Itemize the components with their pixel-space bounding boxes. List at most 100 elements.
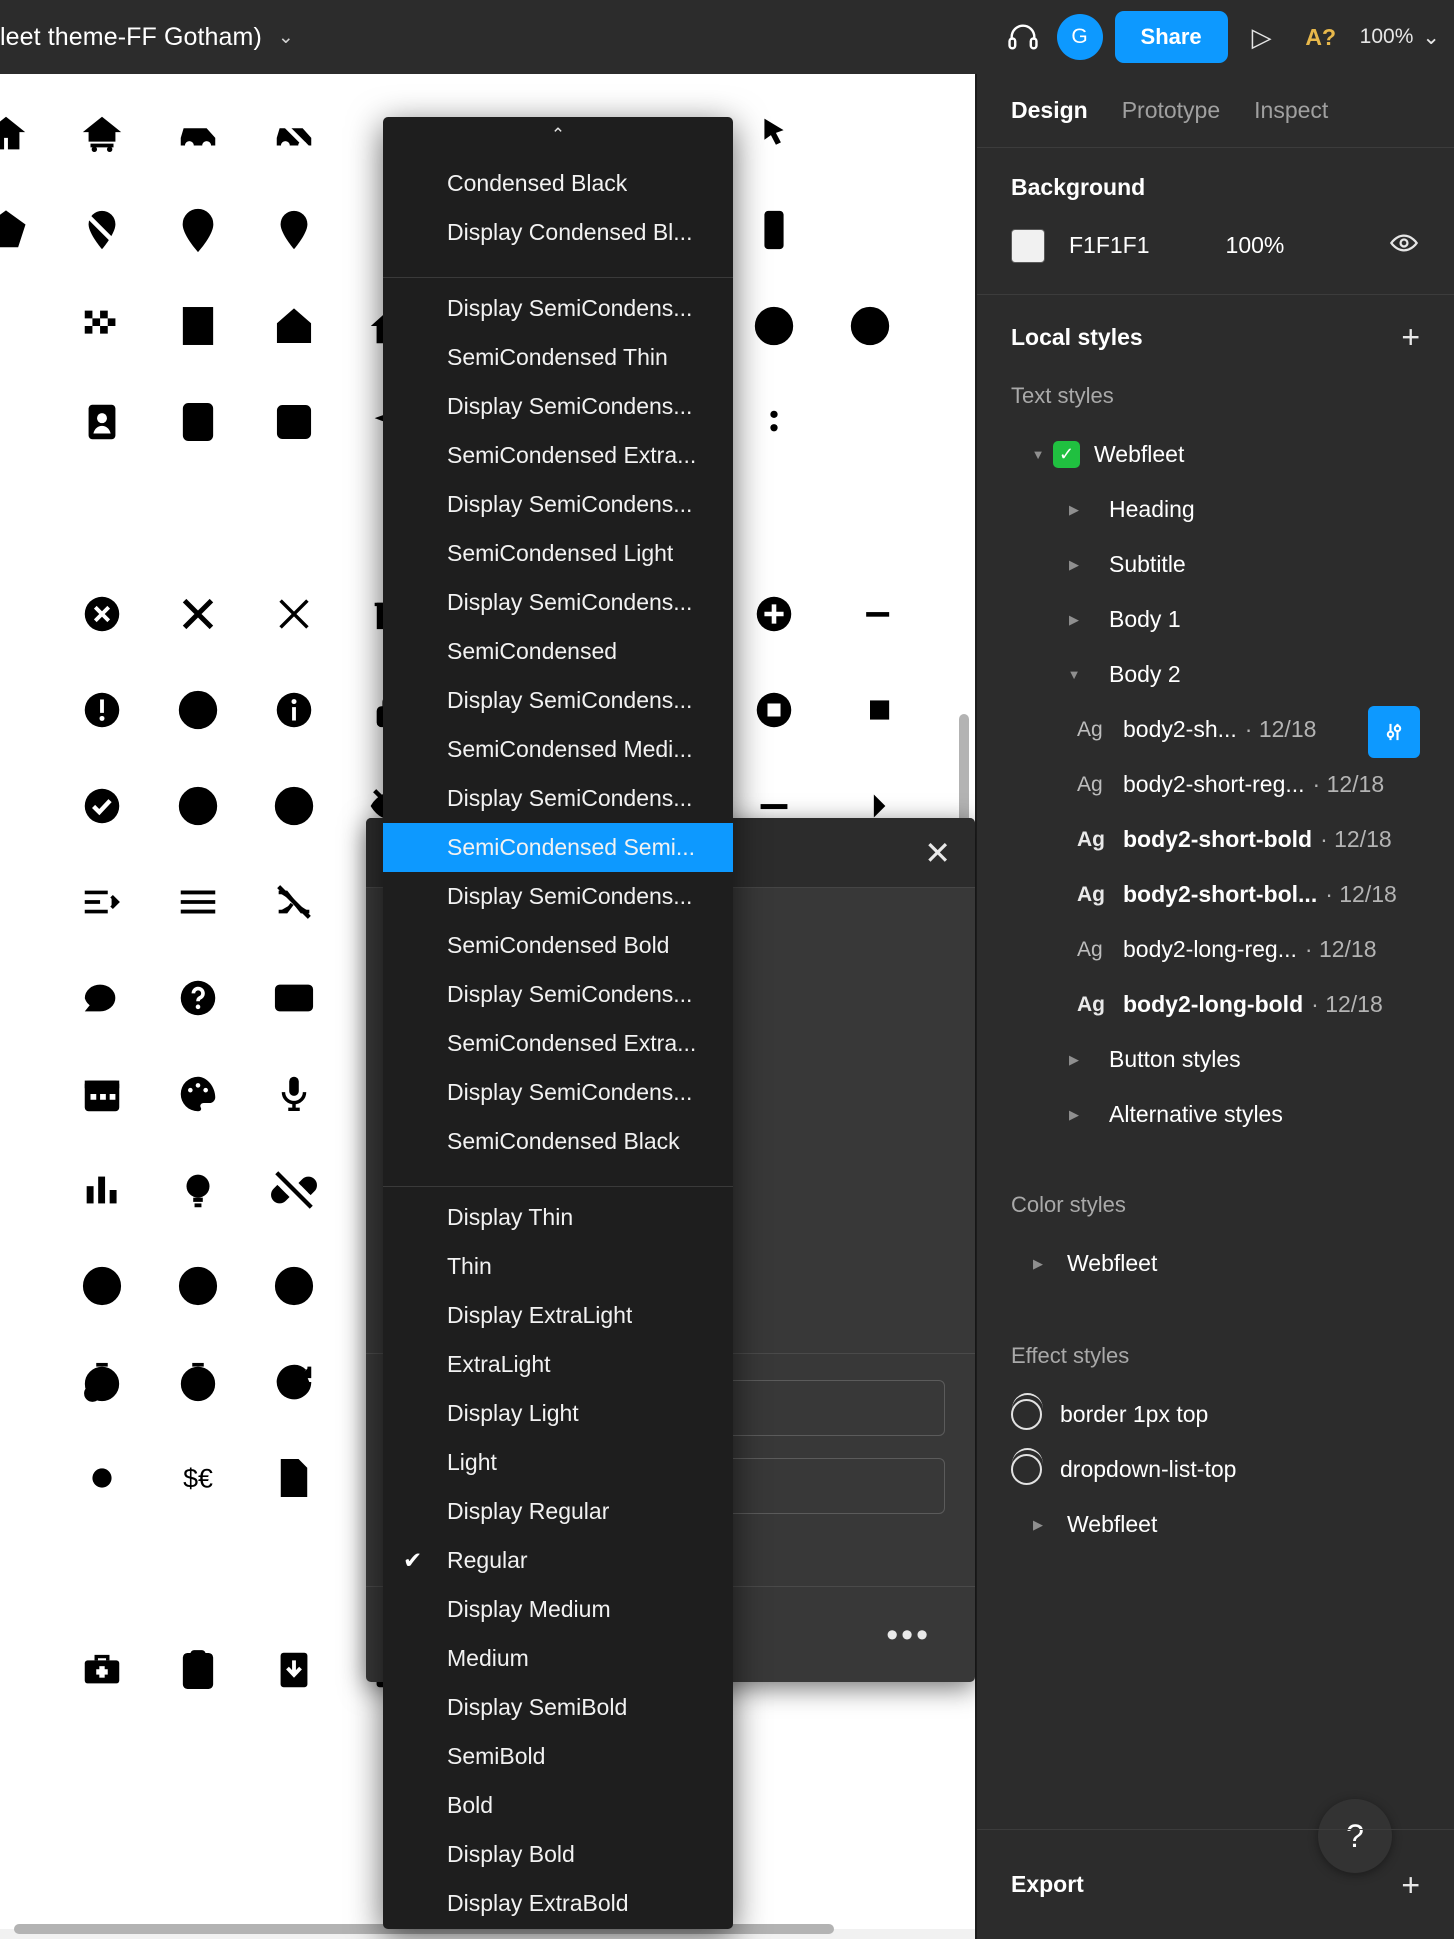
icon-minus-right[interactable] xyxy=(822,566,918,662)
dropdown-item[interactable]: Display Light xyxy=(383,1389,733,1438)
chevron-right-icon[interactable]: ▶ xyxy=(1059,612,1089,628)
icon-location-off[interactable] xyxy=(54,182,150,278)
chevron-right-icon[interactable]: ▶ xyxy=(1059,1052,1089,1068)
icon-face-smile[interactable] xyxy=(246,1238,342,1334)
icon-badge-car[interactable] xyxy=(150,374,246,470)
dropdown-item[interactable]: Display ExtraBold xyxy=(383,1879,733,1928)
icon-phone[interactable] xyxy=(726,182,822,278)
style-group-heading[interactable]: ▶ Heading xyxy=(1011,482,1420,537)
dropdown-item[interactable]: Display Regular xyxy=(383,1487,733,1536)
icon-timer-euro[interactable] xyxy=(54,1334,150,1430)
text-style-item[interactable]: Ag body2-long-bold · 12/18 xyxy=(1011,977,1420,1032)
icon-cross-thin[interactable] xyxy=(246,566,342,662)
icon-house-pin[interactable] xyxy=(246,278,342,374)
icon-face-neutral[interactable] xyxy=(150,1238,246,1334)
dropdown-item[interactable]: SemiCondensed Black xyxy=(383,1117,733,1166)
avatar[interactable]: G xyxy=(1056,14,1103,60)
icon-dot[interactable] xyxy=(54,1430,150,1526)
dropdown-item[interactable]: SemiCondensed Extra... xyxy=(383,1019,733,1068)
icon-cross[interactable] xyxy=(150,566,246,662)
background-opacity[interactable]: 100% xyxy=(1226,232,1285,259)
headphones-icon[interactable] xyxy=(995,0,1051,74)
chevron-down-icon[interactable]: ▼ xyxy=(1059,667,1089,682)
document-title[interactable]: leet theme-FF Gotham) xyxy=(0,23,262,52)
icon-square-outline[interactable] xyxy=(822,662,918,758)
style-group-alternative-styles[interactable]: ▶ Alternative styles xyxy=(1011,1087,1420,1142)
tab-inspect[interactable]: Inspect xyxy=(1254,97,1328,124)
dropdown-item[interactable]: Display Thin xyxy=(383,1193,733,1242)
dropdown-item[interactable]: ExtraLight xyxy=(383,1340,733,1389)
icon-download-box[interactable] xyxy=(246,1622,342,1718)
more-options-icon[interactable]: ••• xyxy=(886,1618,931,1652)
close-icon[interactable]: ✕ xyxy=(924,837,951,869)
dropdown-item[interactable]: Display ExtraLight xyxy=(383,1291,733,1340)
effect-style-item[interactable]: dropdown-list-top xyxy=(1011,1442,1420,1497)
icon-at-circle[interactable] xyxy=(822,278,918,374)
text-style-item[interactable]: Ag body2-long-reg... · 12/18 xyxy=(1011,922,1420,977)
text-style-item[interactable]: Ag body2-short-reg... · 12/18 xyxy=(1011,757,1420,812)
chevron-right-icon[interactable]: ▶ xyxy=(1059,557,1089,573)
zoom-control[interactable]: 100% ⌄ xyxy=(1352,25,1440,50)
style-group-webfleet-text[interactable]: ▼ ✓ Webfleet xyxy=(1011,427,1420,482)
dropdown-item[interactable]: Display SemiCondens... xyxy=(383,578,733,627)
background-hex[interactable]: F1F1F1 xyxy=(1069,232,1150,259)
style-group-button-styles[interactable]: ▶ Button styles xyxy=(1011,1032,1420,1087)
chevron-right-icon[interactable]: ▶ xyxy=(1023,1256,1053,1272)
dropdown-item-checked[interactable]: ✔ Regular xyxy=(383,1536,733,1585)
dropdown-item[interactable]: Thin xyxy=(383,1242,733,1291)
icon-dots-vertical[interactable] xyxy=(726,374,822,470)
color-swatch[interactable] xyxy=(1011,228,1045,263)
dropdown-item[interactable]: Medium xyxy=(383,1634,733,1683)
style-group-body2[interactable]: ▼ Body 2 xyxy=(1011,647,1420,702)
icon-id-card[interactable] xyxy=(246,374,342,470)
icon-timer[interactable] xyxy=(150,1334,246,1430)
dropdown-item[interactable]: Display SemiBold xyxy=(383,1683,733,1732)
dropdown-item[interactable]: SemiCondensed Light xyxy=(383,529,733,578)
dropdown-item[interactable]: Display SemiCondens... xyxy=(383,1068,733,1117)
icon-home[interactable] xyxy=(0,86,54,182)
text-style-item[interactable]: Ag body2-short-bold · 12/18 xyxy=(1011,812,1420,867)
icon-car-off[interactable] xyxy=(246,86,342,182)
text-style-item[interactable]: Ag body2-short-bol... · 12/18 xyxy=(1011,867,1420,922)
icon-flag-checkered[interactable] xyxy=(54,278,150,374)
icon-circle-ring[interactable] xyxy=(246,758,342,854)
dropdown-item[interactable]: SemiCondensed Thin xyxy=(383,333,733,382)
dropdown-item[interactable]: Display Medium xyxy=(383,1585,733,1634)
dropdown-item[interactable]: Display Condensed Bl... xyxy=(383,208,733,257)
title-chevron-down-icon[interactable]: ⌄ xyxy=(278,26,294,49)
icon-at-target[interactable] xyxy=(726,278,822,374)
text-style-item[interactable]: Ag body2-sh... · 12/18 xyxy=(1011,702,1420,758)
dropdown-item[interactable]: Display SemiCondens... xyxy=(383,284,733,333)
dropdown-item[interactable]: Display SemiCondens... xyxy=(383,382,733,431)
icon-check-circle[interactable] xyxy=(54,758,150,854)
dropdown-item[interactable]: SemiBold xyxy=(383,1732,733,1781)
icon-cross-circle[interactable] xyxy=(54,566,150,662)
font-warning-badge[interactable]: A? xyxy=(1290,24,1352,51)
edit-style-button[interactable] xyxy=(1368,706,1420,758)
dropdown-item[interactable]: SemiCondensed Extra... xyxy=(383,431,733,480)
icon-list-collapse[interactable] xyxy=(54,854,150,950)
dropdown-item[interactable]: SemiCondensed Bold xyxy=(383,921,733,970)
icon-menu[interactable] xyxy=(150,854,246,950)
dropdown-item-selected[interactable]: SemiCondensed Semi... xyxy=(383,823,733,872)
effect-style-item[interactable]: border 1px top xyxy=(1011,1387,1420,1442)
eye-icon[interactable] xyxy=(1388,227,1420,264)
present-play-icon[interactable]: ▷ xyxy=(1234,22,1290,53)
dropdown-scroll-up-icon[interactable]: ⌃ xyxy=(383,117,733,153)
tab-design[interactable]: Design xyxy=(1011,97,1088,124)
icon-pin-circle[interactable] xyxy=(150,182,246,278)
style-group-subtitle[interactable]: ▶ Subtitle xyxy=(1011,537,1420,592)
dropdown-item[interactable]: Condensed Black xyxy=(383,159,733,208)
icon-mail[interactable] xyxy=(246,950,342,1046)
icon-currency[interactable]: $€ xyxy=(150,1430,246,1526)
chevron-right-icon[interactable]: ▶ xyxy=(1023,1517,1053,1533)
icon-pin[interactable] xyxy=(246,182,342,278)
icon-rotate-cw[interactable] xyxy=(246,1334,342,1430)
color-group-webfleet[interactable]: ▶ Webfleet xyxy=(1011,1236,1420,1291)
dropdown-item[interactable]: Light xyxy=(383,1438,733,1487)
tab-prototype[interactable]: Prototype xyxy=(1122,97,1220,124)
dropdown-item[interactable]: Display SemiCondens... xyxy=(383,676,733,725)
icon-face-sad[interactable] xyxy=(54,1238,150,1334)
dropdown-item[interactable]: Display SemiCondens... xyxy=(383,480,733,529)
icon-building[interactable] xyxy=(150,278,246,374)
